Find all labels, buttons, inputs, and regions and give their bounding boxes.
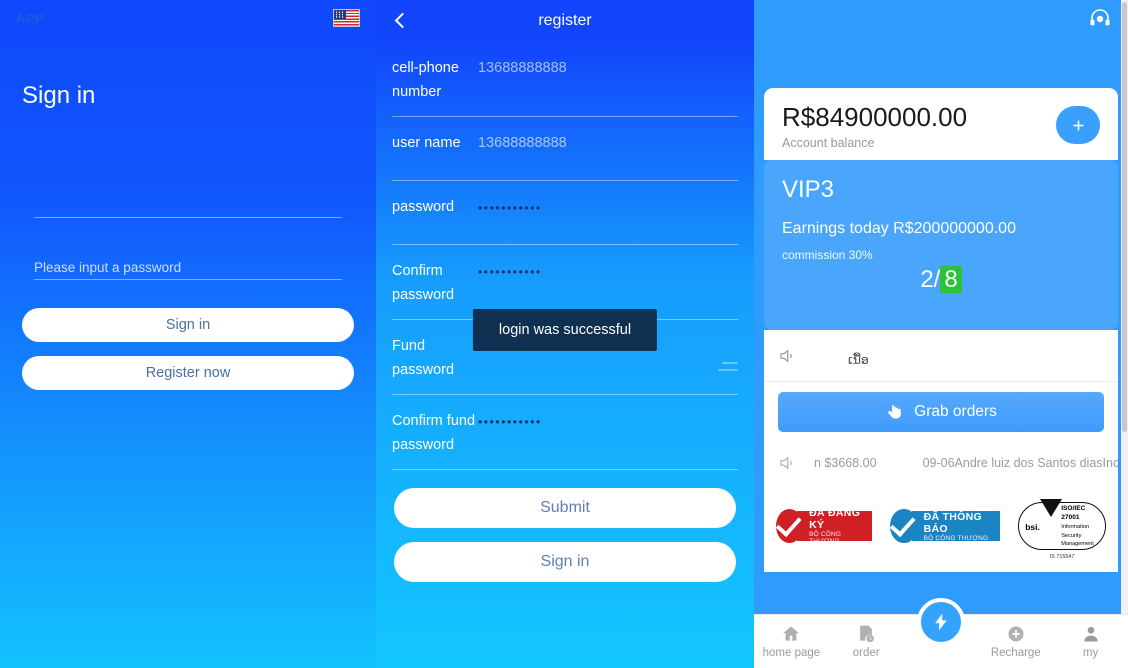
toast-message: login was successful [472, 309, 658, 351]
field-label: cell-phone number [392, 60, 459, 100]
badge-line1: ĐÃ THÔNG BÁO [923, 510, 982, 535]
register-form: cell-phone number 13688888888 user name … [376, 42, 754, 470]
password-input-placeholder: Please input a password [34, 260, 182, 275]
badge-line2: BỘ CÔNG THƯƠNG [923, 534, 989, 542]
field-cell-phone-number[interactable]: cell-phone number 13688888888 [392, 42, 738, 117]
speaker-icon [778, 347, 796, 365]
grab-orders-section: Grab orders [764, 382, 1118, 446]
field-label: Confirm fund password [392, 413, 476, 453]
badge-da-thong-bao[interactable]: ĐÃ THÔNG BÁO BỘ CÔNG THƯƠNG [890, 509, 1001, 543]
tab-label: my [1082, 647, 1099, 659]
bsi-desc1: Information Security [1061, 524, 1090, 539]
field-label: Confirm password [392, 263, 455, 303]
tab-home-page[interactable]: home page [754, 624, 829, 659]
speaker-icon [778, 454, 796, 472]
badge-bsi-iso27001[interactable]: bsi. ISO/IEC 27001 Information Security … [1018, 499, 1106, 560]
headset-support-icon[interactable] [1088, 6, 1112, 30]
balance-label: Account balance [782, 136, 875, 150]
tab-my[interactable]: my [1053, 624, 1128, 659]
register-now-button[interactable]: Register now [22, 356, 354, 390]
ticker-content: n $3668.00 09-06Andre luiz dos Santos di… [814, 456, 1118, 470]
field-user-name[interactable]: user name 13688888888 [392, 117, 738, 181]
signin-button[interactable]: Sign in [22, 308, 354, 342]
badge-da-dang-ky[interactable]: ĐÃ ĐĂNG KÝ BỘ CÔNG THƯƠNG [776, 507, 873, 545]
field-value: 13688888888 [478, 60, 567, 76]
field-value: ••••••••••• [478, 201, 542, 215]
ticker-item-record: 09-06Andre luiz dos Santos diasIncome ( [922, 456, 1118, 470]
vip-progress: 2/8 [782, 266, 1100, 294]
order-document-icon [856, 624, 876, 644]
bsi-desc2: Management [1061, 541, 1094, 548]
tab-label: order [852, 647, 880, 659]
vip-earnings-today: Earnings today R$200000000.00 [782, 220, 1016, 237]
login-panel: APP Sign in Please input a password Sign… [0, 0, 376, 668]
tab-order[interactable]: order [829, 624, 904, 659]
tab-label: Recharge [990, 647, 1041, 659]
lightning-bolt-icon [931, 611, 951, 633]
field-value: 13688888888 [478, 135, 567, 151]
bsi-number: 27001 [1061, 514, 1080, 522]
check-seal-icon [890, 509, 918, 543]
scroll-artifact [718, 362, 740, 384]
badge-line1: ĐÃ ĐĂNG KÝ [809, 507, 861, 531]
notice-text: ເນື້ອ [848, 352, 869, 367]
recharge-plus-button[interactable] [1056, 106, 1100, 144]
home-icon [781, 624, 801, 644]
register-panel: register cell-phone number 13688888888 u… [376, 0, 754, 668]
grab-orders-button[interactable]: Grab orders [778, 392, 1104, 432]
tap-hand-icon [888, 404, 901, 418]
bsi-mark-icon [1039, 499, 1062, 534]
bsi-cert-number: IS 715547 [1049, 554, 1075, 560]
user-person-icon [1081, 624, 1101, 644]
field-label: password [392, 199, 455, 215]
register-actions: Submit Sign in [376, 470, 754, 582]
phone-input[interactable] [34, 178, 342, 218]
badge-line2: BỘ CÔNG THƯƠNG [809, 531, 842, 545]
app-label: APP [16, 10, 45, 26]
certification-badges: ĐÃ ĐĂNG KÝ BỘ CÔNG THƯƠNG ĐÃ THÔNG BÁO B… [764, 480, 1118, 572]
vip-card[interactable]: VIP3 Earnings today R$200000000.00 commi… [764, 160, 1118, 330]
bottom-tabbar: home page order Recharge my [754, 598, 1128, 668]
scrollbar[interactable] [1121, 0, 1128, 614]
dashboard-scroll-area: R$84900000.00 Account balance VIP3 Earni… [754, 0, 1128, 614]
balance-amount: R$84900000.00 [782, 102, 968, 132]
plus-circle-icon [1006, 624, 1026, 644]
vip-commission: commission 30% [782, 248, 873, 262]
bsi-standard: ISO/IEC [1061, 504, 1086, 512]
bsi-name: bsi. [1025, 522, 1040, 532]
us-flag-icon[interactable] [333, 9, 360, 27]
field-label: user name [392, 135, 461, 151]
vip-progress-current: 2/ [920, 266, 941, 293]
field-password[interactable]: password ••••••••••• [392, 181, 738, 245]
balance-card: R$84900000.00 Account balance [764, 88, 1118, 160]
screen: APP Sign in Please input a password Sign… [0, 0, 1128, 668]
field-label: Fund password [392, 338, 455, 378]
submit-button[interactable]: Submit [394, 488, 736, 528]
grab-orders-label: Grab orders [914, 403, 997, 420]
login-buttons: Sign in Register now [22, 308, 354, 390]
ticker-item-amount: n $3668.00 [814, 456, 877, 470]
tab-label: home page [762, 647, 821, 659]
check-seal-icon [776, 509, 804, 543]
field-value: ••••••••••• [478, 265, 542, 279]
lightning-fab-button[interactable] [917, 598, 965, 646]
register-title: register [538, 12, 592, 29]
vip-progress-total: 8 [940, 266, 962, 293]
page-title: Sign in [22, 82, 96, 109]
income-ticker: n $3668.00 09-06Andre luiz dos Santos di… [764, 446, 1118, 480]
field-confirm-fund-password[interactable]: Confirm fund password ••••••••••• [392, 395, 738, 470]
dashboard-panel: R$84900000.00 Account balance VIP3 Earni… [754, 0, 1128, 668]
dashboard-header [754, 0, 1128, 40]
password-input[interactable]: Please input a password [34, 240, 342, 280]
vip-level: VIP3 [782, 176, 835, 203]
notice-marquee: ເນື້ອ [764, 330, 1118, 382]
field-value: ••••••••••• [478, 415, 542, 429]
plus-icon [1073, 120, 1083, 130]
login-topbar: APP [0, 0, 376, 36]
chevron-left-icon[interactable] [392, 12, 410, 30]
tab-recharge[interactable]: Recharge [978, 624, 1053, 659]
register-header: register [376, 0, 754, 42]
register-signin-button[interactable]: Sign in [394, 542, 736, 582]
login-fields: Please input a password [34, 178, 342, 280]
